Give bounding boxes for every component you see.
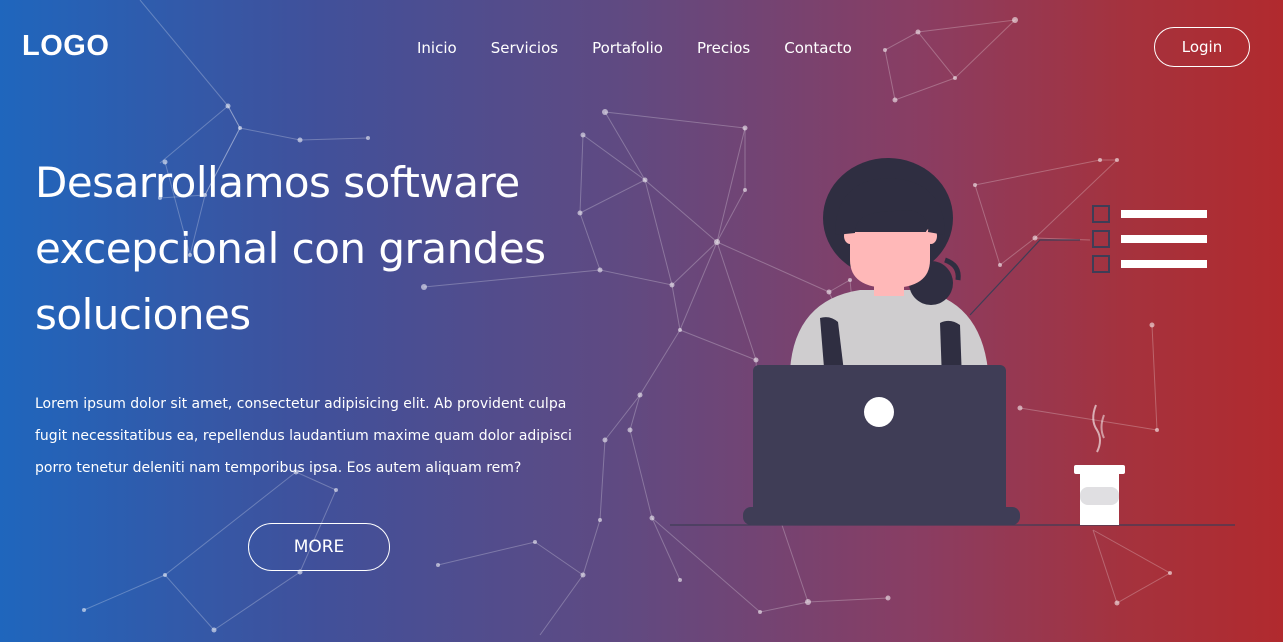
face-shape — [850, 232, 930, 288]
nav-link-portafolio[interactable]: Portafolio — [592, 38, 663, 58]
nav-link-inicio[interactable]: Inicio — [417, 38, 457, 58]
nav-link-servicios[interactable]: Servicios — [491, 38, 558, 58]
main-nav: Inicio Servicios Portafolio Precios Cont… — [417, 38, 886, 58]
laptop-shape — [753, 365, 1006, 525]
person-at-laptop-illustration — [670, 158, 1235, 526]
logo[interactable]: LOGO — [22, 30, 109, 63]
more-button[interactable]: MORE — [248, 523, 390, 571]
checklist-icon — [1092, 205, 1207, 273]
laptop-logo-shape — [864, 397, 894, 427]
nav-link-precios[interactable]: Precios — [697, 38, 750, 58]
nav-link-contacto[interactable]: Contacto — [784, 38, 852, 58]
hero-headline: Desarrollamos software excepcional con g… — [35, 158, 546, 339]
login-button[interactable]: Login — [1154, 27, 1250, 67]
hero-paragraph: Lorem ipsum dolor sit amet, consectetur … — [35, 396, 572, 476]
laptop-base-shape — [743, 507, 1020, 525]
coffee-cup-icon — [1074, 404, 1125, 525]
